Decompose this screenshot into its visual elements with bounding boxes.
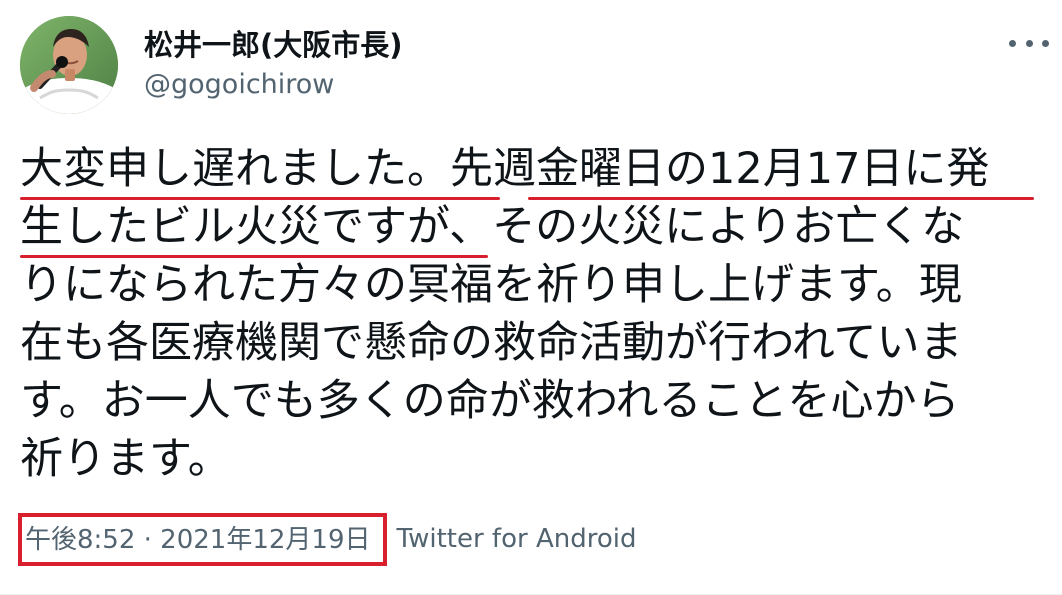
tweet-line-6: 祈ります。	[20, 434, 231, 484]
tweet-meta: 午後8:52 · 2021年12月19日 Twitter for Android	[18, 512, 637, 566]
tweet-source[interactable]: Twitter for Android	[397, 520, 637, 558]
tweet-line-5: す。お一人でも多くの命が救われることを心から	[20, 376, 960, 426]
tweet-line-1: 大変申し遅れました。先週金曜日の12月17日に発	[20, 144, 990, 194]
more-options-icon[interactable]	[1009, 33, 1049, 53]
tweet-timestamp[interactable]: 午後8:52 · 2021年12月19日	[18, 512, 387, 566]
avatar[interactable]	[20, 16, 118, 114]
profile-photo-icon	[20, 16, 118, 114]
annotation-underline-3	[20, 255, 488, 258]
annotation-underline-1	[20, 197, 500, 200]
user-handle[interactable]: @gogoichirow	[144, 70, 334, 100]
tweet-text: 大変申し遅れました。先週金曜日の12月17日に発 生したビル火災ですが、その火災…	[20, 140, 1035, 488]
tweet-line-4: 在も各医療機関で懸命の救命活動が行われていま	[20, 318, 963, 368]
tweet-line-2: 生したビル火災ですが、その火災によりお亡くな	[20, 202, 965, 252]
display-name[interactable]: 松井一郎(大阪市長)	[144, 29, 403, 62]
tweet-line-3: りになられた方々の冥福を祈り申し上げます。現	[20, 260, 962, 310]
annotation-underline-2	[528, 197, 1034, 200]
